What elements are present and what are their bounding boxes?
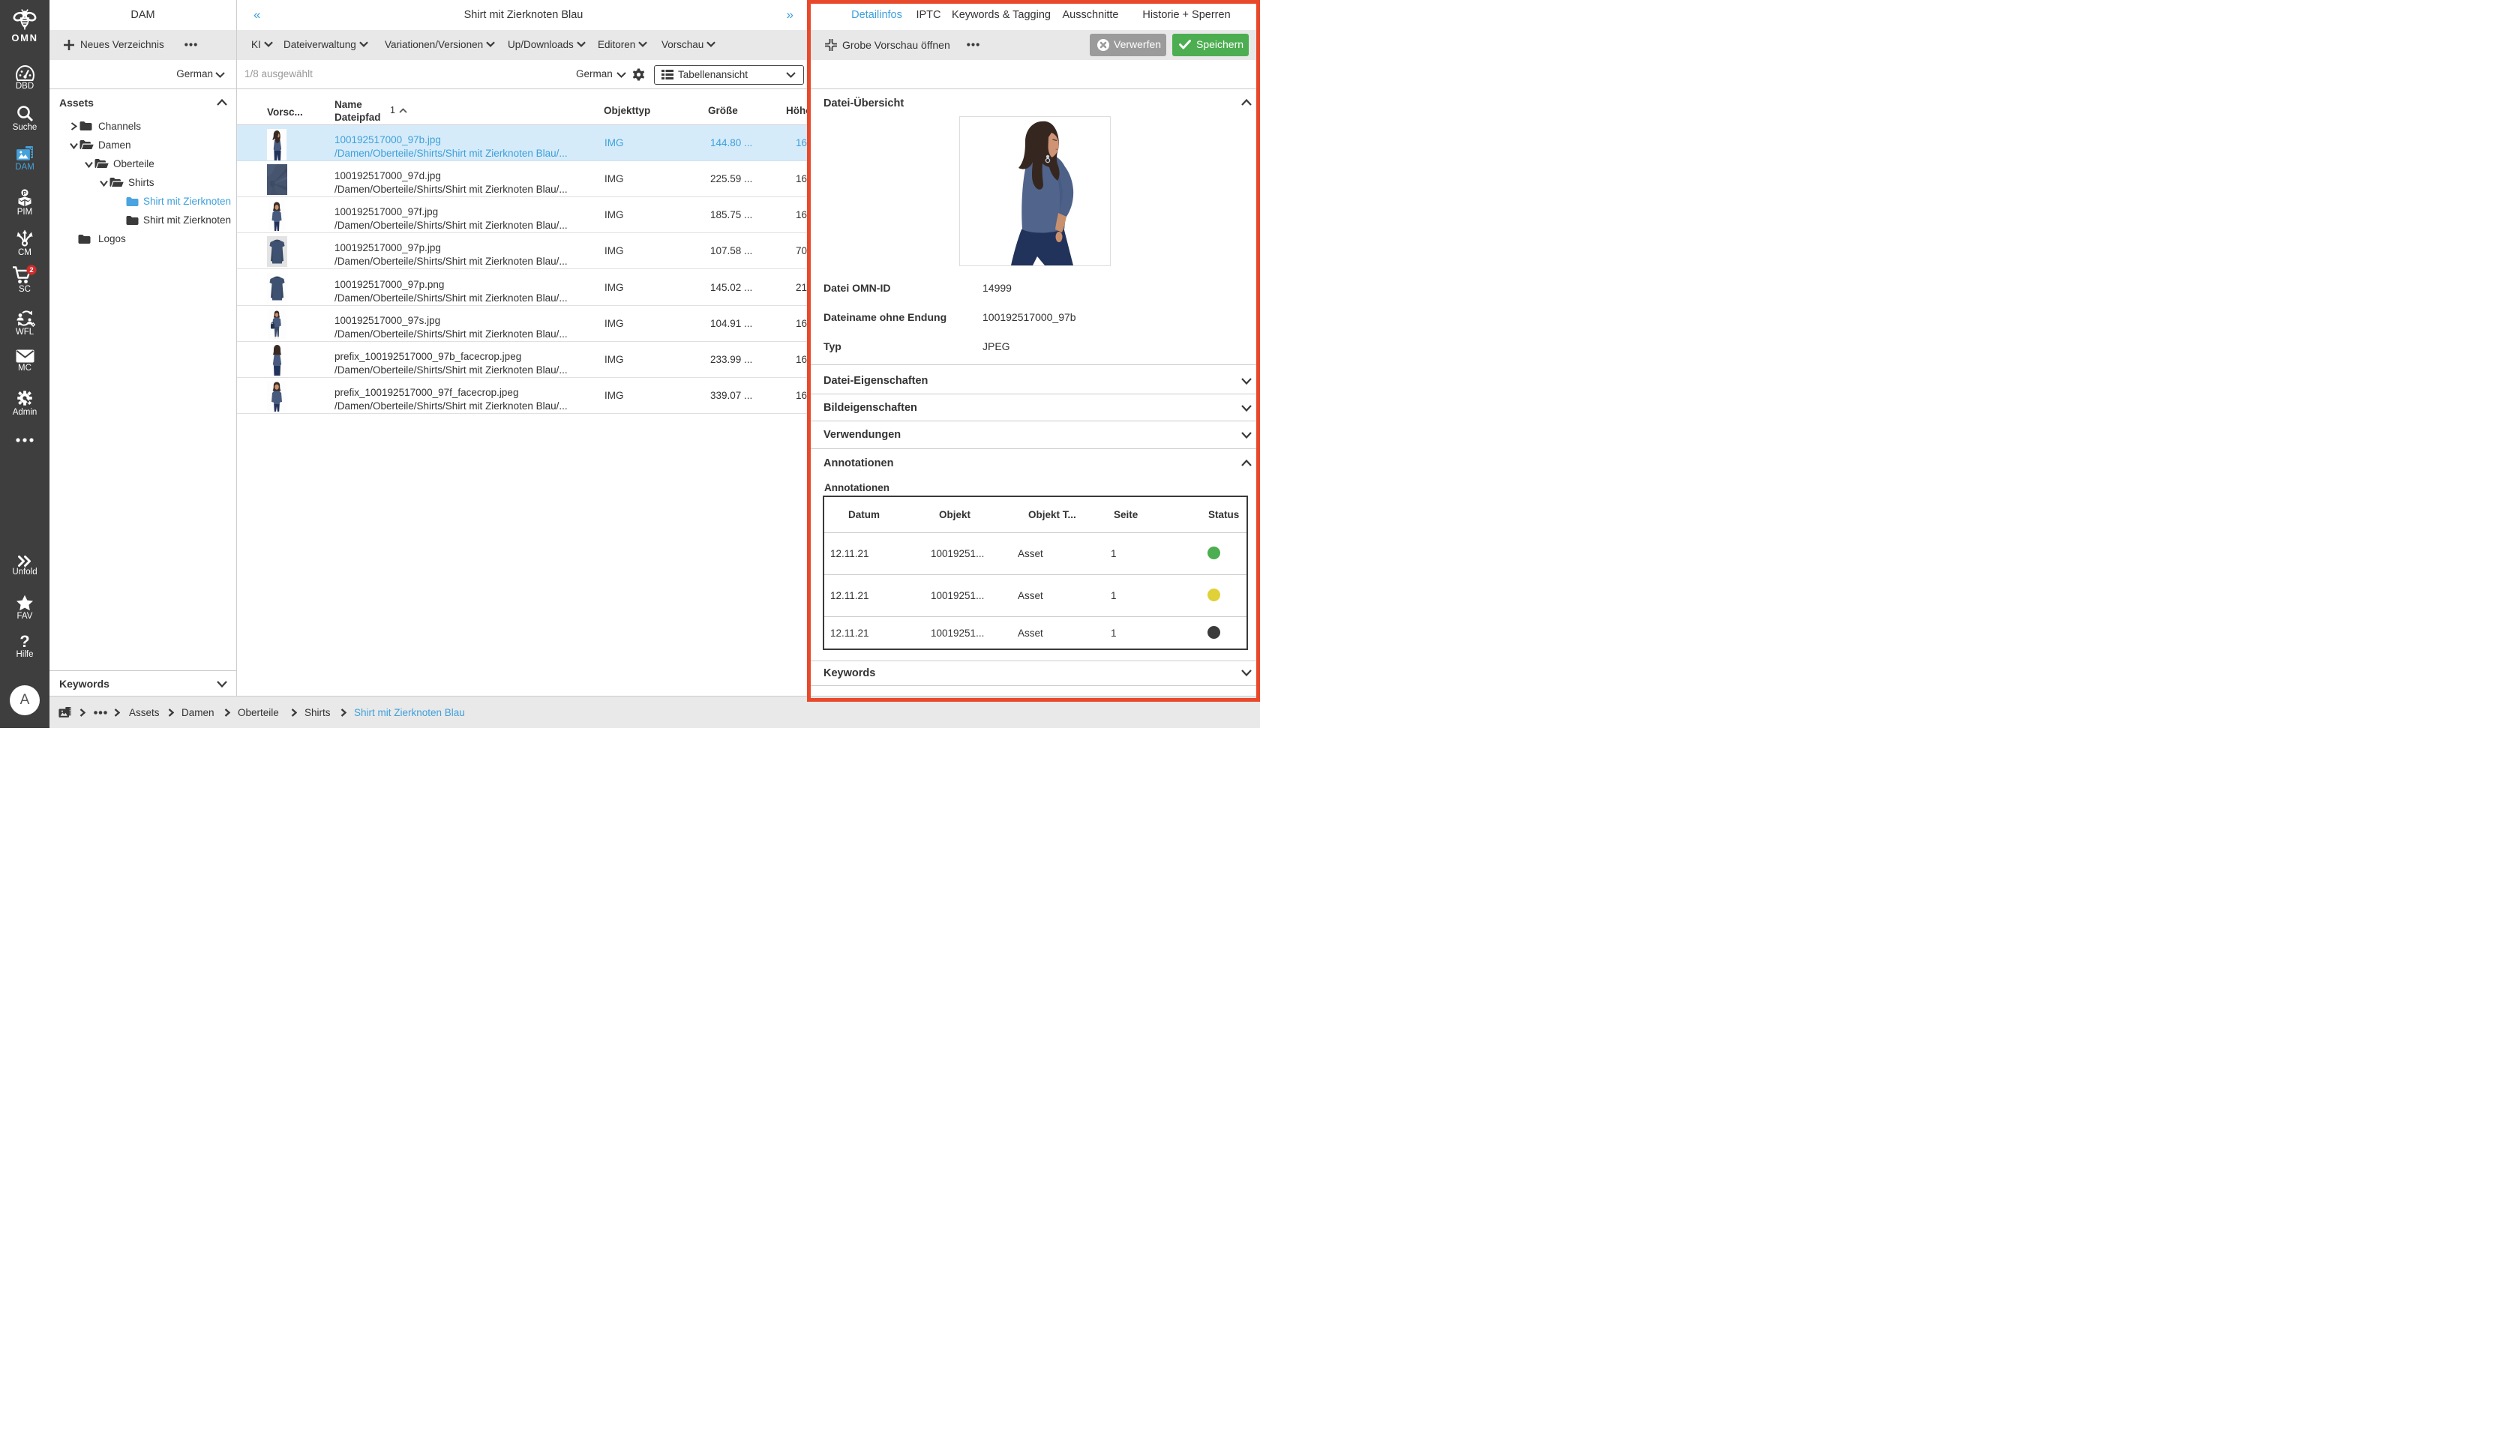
svg-text:2: 2 <box>29 266 33 274</box>
svg-text:P: P <box>22 190 26 196</box>
